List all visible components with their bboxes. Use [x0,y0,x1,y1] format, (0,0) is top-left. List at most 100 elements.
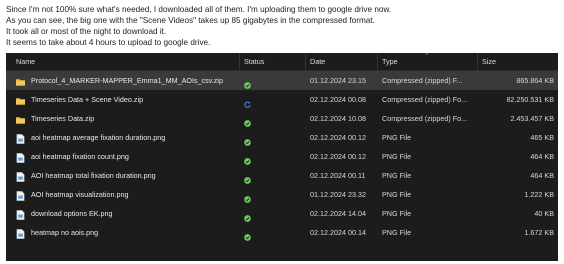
message-line: It seems to take about 4 hours to upload… [6,38,211,47]
file-name: AOI heatmap visualization.png [31,190,129,199]
file-name-cell: Timeseries Data.zip [16,109,242,128]
status-cell [244,223,264,242]
column-header-size-label: Size [482,57,496,66]
column-header-name[interactable]: Name [6,53,240,70]
size-cell: 1.672 KB [524,228,554,237]
status-cell [244,90,264,109]
type-cell: PNG File [382,133,412,142]
file-row[interactable]: Protocol_4_MARKER-MAPPER_Emma1_MM_AOIs_c… [6,71,558,90]
zip-folder-icon [16,75,25,86]
file-name: heatmap no aois.png [31,228,99,237]
file-name-cell: AOI heatmap visualization.png [16,185,242,204]
size-cell: 2.453.457 KB [510,114,554,123]
sync-complete-icon [244,115,251,127]
sync-complete-icon [244,229,251,241]
file-row[interactable]: AOI heatmap visualization.png 01.12.2024 … [6,185,558,204]
size-cell: 82.250.531 KB [506,95,554,104]
file-name: download options EK.png [31,209,113,218]
size-cell: 40 KB [534,209,554,218]
size-cell: 865.864 KB [516,76,554,85]
status-cell [244,71,264,90]
message-text: Since I'm not 100% sure what's needed, I… [6,4,558,48]
status-cell [244,166,264,185]
file-name-cell: Protocol_4_MARKER-MAPPER_Emma1_MM_AOIs_c… [16,71,242,90]
file-name-cell: aoi heatmap fixation count.png [16,147,242,166]
file-name-cell: download options EK.png [16,204,242,223]
image-file-icon [16,227,25,239]
date-cell: 02.12.2024 00.11 [310,171,366,180]
status-cell [244,185,264,204]
column-header-type-label: Type [382,57,398,66]
column-header-size[interactable]: Size [478,53,558,70]
file-name: AOI heatmap total fixation duration.png [31,171,156,180]
status-cell [244,109,264,128]
sync-complete-icon [244,210,251,222]
zip-folder-icon [16,94,25,105]
image-file-icon [16,170,25,182]
date-cell: 02.12.2024 00.08 [310,95,366,104]
image-file-icon [16,189,25,201]
sync-complete-icon [244,134,251,146]
sync-complete-icon [244,77,251,89]
file-name-cell: heatmap no aois.png [16,223,242,242]
type-cell: Compressed (zipped) F... [382,76,463,85]
file-name: Protocol_4_MARKER-MAPPER_Emma1_MM_AOIs_c… [31,76,223,85]
image-file-icon [16,208,25,220]
sync-complete-icon [244,153,251,165]
column-header-type[interactable]: Type ⌃ [378,53,478,70]
column-header-row: Name Status Date Type ⌃ Size [6,53,558,71]
sort-ascending-icon: ⌃ [424,53,430,60]
type-cell: PNG File [382,171,412,180]
sync-complete-icon [244,172,251,184]
type-cell: PNG File [382,209,412,218]
date-cell: 02.12.2024 00.12 [310,152,366,161]
column-header-status[interactable]: Status [240,53,306,70]
column-header-name-label: Name [16,57,36,66]
date-cell: 02.12.2024 00.12 [310,133,366,142]
date-cell: 02.12.2024 10.08 [310,114,366,123]
file-row[interactable]: aoi heatmap average fixation duration.pn… [6,128,558,147]
message-line: Since I'm not 100% sure what's needed, I… [6,5,392,14]
date-cell: 01.12.2024 23.32 [310,190,366,199]
type-cell: PNG File [382,228,412,237]
file-row[interactable]: Timeseries Data + Scene Video.zip 02.12.2… [6,90,558,109]
file-explorer-list: Name Status Date Type ⌃ Size Protocol_4_M… [6,53,558,261]
size-cell: 1.222 KB [524,190,554,199]
column-header-date-label: Date [310,57,326,66]
column-header-date[interactable]: Date [306,53,378,70]
file-row[interactable]: heatmap no aois.png 02.12.2024 00.14 PNG F… [6,223,558,242]
file-name-cell: Timeseries Data + Scene Video.zip [16,90,242,109]
type-cell: PNG File [382,152,412,161]
sync-complete-icon [244,191,251,203]
size-cell: 465 KB [530,133,554,142]
status-cell [244,204,264,223]
date-cell: 02.12.2024 00.14 [310,228,366,237]
file-row[interactable]: Timeseries Data.zip 02.12.2024 10.08 Compr… [6,109,558,128]
file-name-cell: AOI heatmap total fixation duration.png [16,166,242,185]
size-cell: 464 KB [530,171,554,180]
file-row[interactable]: download options EK.png 02.12.2024 14.04 P… [6,204,558,223]
column-header-status-label: Status [244,57,265,66]
status-cell [244,128,264,147]
image-file-icon [16,151,25,163]
status-cell [244,147,264,166]
zip-folder-icon [16,113,25,124]
image-file-icon [16,132,25,144]
file-name-cell: aoi heatmap average fixation duration.pn… [16,128,242,147]
message-line: As you can see, the big one with the "Sc… [6,16,375,25]
date-cell: 01.12.2024 23.15 [310,76,366,85]
file-name: Timeseries Data.zip [31,114,95,123]
file-rows: Protocol_4_MARKER-MAPPER_Emma1_MM_AOIs_c… [6,71,558,242]
file-row[interactable]: aoi heatmap fixation count.png 02.12.2024… [6,147,558,166]
file-name: aoi heatmap fixation count.png [31,152,129,161]
type-cell: PNG File [382,190,412,199]
size-cell: 464 KB [530,152,554,161]
sync-pending-icon [244,96,251,108]
type-cell: Compressed (zipped) Fo... [382,114,468,123]
file-name: aoi heatmap average fixation duration.pn… [31,133,166,142]
file-row[interactable]: AOI heatmap total fixation duration.png 0… [6,166,558,185]
message-line: It took all or most of the night to down… [6,27,167,36]
date-cell: 02.12.2024 14.04 [310,209,366,218]
type-cell: Compressed (zipped) Fo... [382,95,468,104]
file-name: Timeseries Data + Scene Video.zip [31,95,144,104]
